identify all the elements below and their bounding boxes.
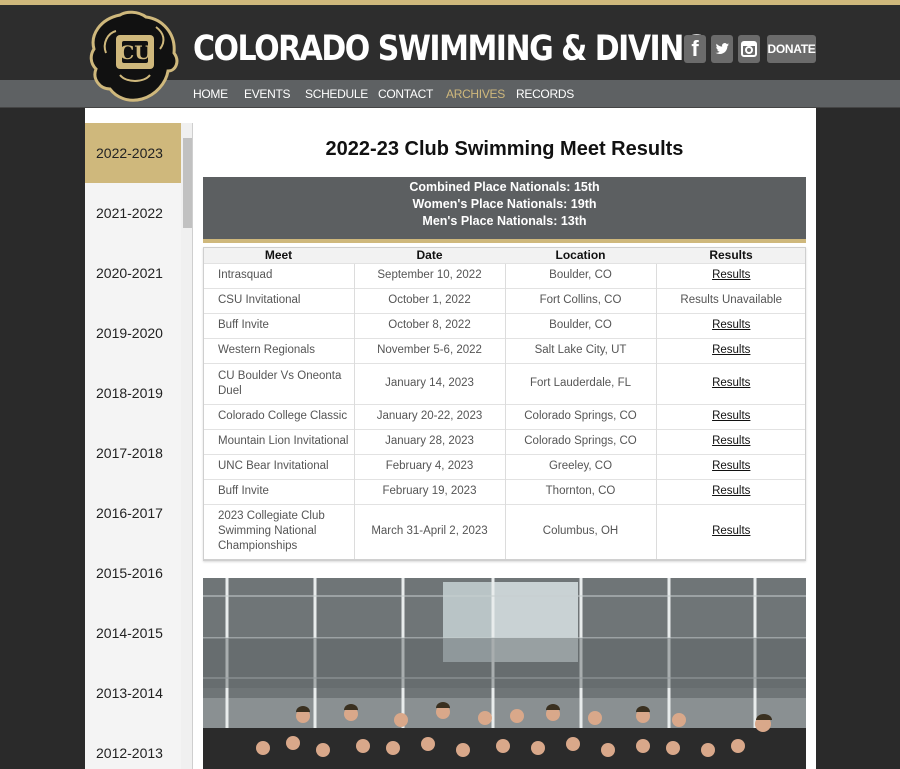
meet-location: Boulder, CO (504, 312, 656, 338)
meet-date: September 10, 2022 (353, 262, 505, 288)
results-cell: Results (655, 312, 806, 338)
summary-combined: Combined Place Nationals: 15th (409, 180, 600, 194)
results-link[interactable]: Results (712, 344, 750, 356)
site-title[interactable]: COLORADO SWIMMING & DIVING (193, 29, 707, 69)
logo-text: CU (119, 42, 151, 64)
table-row: Colorado College Classic January 20-22, … (203, 403, 806, 429)
twitter-icon[interactable] (711, 35, 733, 63)
results-cell: Results (655, 428, 806, 454)
meet-date: October 1, 2022 (353, 287, 505, 313)
meet-location: Columbus, OH (504, 503, 656, 560)
results-link[interactable]: Results (712, 319, 750, 331)
table-row: Intrasquad September 10, 2022 Boulder, C… (203, 262, 806, 288)
meet-name: 2023 Collegiate Club Swimming National C… (203, 503, 354, 560)
meet-date: October 8, 2022 (353, 312, 505, 338)
nav-schedule[interactable]: SCHEDULE (305, 80, 368, 108)
sidebar-item-2019-2020[interactable]: 2019-2020 (85, 303, 181, 363)
meet-name: Mountain Lion Invitational (203, 428, 354, 454)
page-title: 2022-23 Club Swimming Meet Results (325, 138, 684, 160)
results-cell: Results (655, 403, 806, 429)
meet-location: Thornton, CO (504, 478, 656, 504)
meet-location: Salt Lake City, UT (504, 337, 656, 363)
sidebar-item-2018-2019[interactable]: 2018-2019 (85, 363, 181, 423)
meet-name: Buff Invite (203, 478, 354, 504)
nav-contact[interactable]: CONTACT (378, 80, 433, 108)
meet-location: Boulder, CO (504, 262, 656, 288)
meet-name: Western Regionals (203, 337, 354, 363)
nationals-summary: Combined Place Nationals: 15th Women's P… (203, 177, 806, 243)
table-row: 2023 Collegiate Club Swimming National C… (203, 503, 806, 560)
summary-women: Women's Place Nationals: 19th (412, 197, 597, 211)
meet-date: November 5-6, 2022 (353, 337, 505, 363)
meet-name: Buff Invite (203, 312, 354, 338)
cu-buffalo-logo[interactable]: CU (86, 9, 182, 103)
results-cell: Results (655, 362, 806, 404)
team-photo (203, 578, 806, 769)
results-link[interactable]: Results (712, 377, 750, 389)
col-header-meet: Meet (203, 247, 354, 263)
donate-button[interactable]: DONATE (767, 35, 816, 63)
table-row: UNC Bear Invitational February 4, 2023 G… (203, 453, 806, 479)
meet-name: CU Boulder Vs Oneonta Duel (203, 362, 354, 404)
meet-name: Intrasquad (203, 262, 354, 288)
sidebar-item-2021-2022[interactable]: 2021-2022 (85, 183, 181, 243)
summary-men: Men's Place Nationals: 13th (422, 214, 587, 228)
sidebar-item-2015-2016[interactable]: 2015-2016 (85, 543, 181, 603)
results-link[interactable]: Results (712, 485, 750, 497)
sidebar-item-2016-2017[interactable]: 2016-2017 (85, 483, 181, 543)
results-link[interactable]: Results (712, 435, 750, 447)
table-row: CU Boulder Vs Oneonta Duel January 14, 2… (203, 362, 806, 404)
table-row: CSU Invitational October 1, 2022 Fort Co… (203, 287, 806, 313)
table-row: Buff Invite October 8, 2022 Boulder, CO … (203, 312, 806, 338)
meet-name: Colorado College Classic (203, 403, 354, 429)
results-cell: Results (655, 337, 806, 363)
sidebar-item-2014-2015[interactable]: 2014-2015 (85, 603, 181, 663)
meet-name: CSU Invitational (203, 287, 354, 313)
meet-date: January 28, 2023 (353, 428, 505, 454)
meet-location: Greeley, CO (504, 453, 656, 479)
table-row: Buff Invite February 19, 2023 Thornton, … (203, 478, 806, 504)
page-content: 2022-2023 2021-2022 2020-2021 2019-2020 … (85, 108, 816, 769)
meet-date: February 4, 2023 (353, 453, 505, 479)
meet-location: Fort Collins, CO (504, 287, 656, 313)
nav-home[interactable]: HOME (193, 80, 228, 108)
col-header-date: Date (354, 247, 505, 263)
results-cell: Results (655, 262, 806, 288)
nav-events[interactable]: EVENTS (244, 80, 291, 108)
meet-location: Colorado Springs, CO (504, 428, 656, 454)
meet-results-table: Meet Date Location Results Intrasquad Se… (203, 247, 806, 560)
sidebar-item-2020-2021[interactable]: 2020-2021 (85, 243, 181, 303)
table-row: Mountain Lion Invitational January 28, 2… (203, 428, 806, 454)
instagram-icon[interactable] (738, 35, 760, 63)
results-link[interactable]: Results (712, 525, 750, 537)
col-header-location: Location (505, 247, 656, 263)
meet-date: February 19, 2023 (353, 478, 505, 504)
meet-date: January 20-22, 2023 (353, 403, 505, 429)
col-header-results: Results (656, 247, 806, 263)
nav-archives[interactable]: ARCHIVES (446, 80, 505, 108)
sidebar-item-2017-2018[interactable]: 2017-2018 (85, 423, 181, 483)
sidebar-item-2013-2014[interactable]: 2013-2014 (85, 663, 181, 723)
season-sidebar: 2022-2023 2021-2022 2020-2021 2019-2020 … (85, 123, 193, 769)
sidebar-scroll-thumb[interactable] (183, 138, 192, 228)
results-cell: Results (655, 453, 806, 479)
meet-name: UNC Bear Invitational (203, 453, 354, 479)
table-row: Western Regionals November 5-6, 2022 Sal… (203, 337, 806, 363)
results-link[interactable]: Results (712, 410, 750, 422)
sidebar-item-2012-2013[interactable]: 2012-2013 (85, 723, 181, 769)
nav-records[interactable]: RECORDS (516, 80, 574, 108)
meet-location: Fort Lauderdale, FL (504, 362, 656, 404)
results-unavailable: Results Unavailable (655, 287, 806, 313)
meet-date: January 14, 2023 (353, 362, 505, 404)
meet-location: Colorado Springs, CO (504, 403, 656, 429)
meet-date: March 31-April 2, 2023 (353, 503, 505, 560)
results-link[interactable]: Results (712, 460, 750, 472)
sidebar-item-2022-2023[interactable]: 2022-2023 (85, 123, 181, 183)
facebook-icon[interactable]: f (684, 35, 706, 63)
results-link[interactable]: Results (712, 269, 750, 281)
results-cell: Results (655, 503, 806, 560)
results-cell: Results (655, 478, 806, 504)
